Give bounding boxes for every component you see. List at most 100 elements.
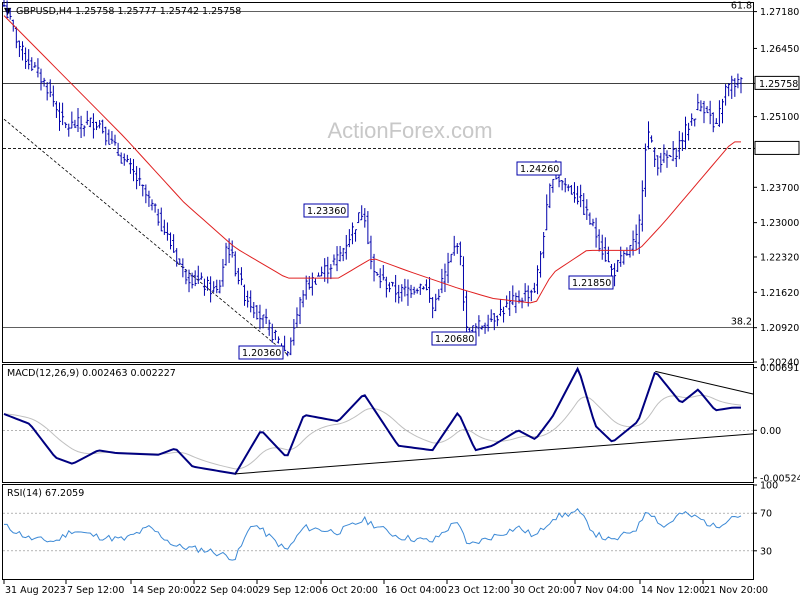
ohlc-bar	[498, 299, 502, 317]
ohlc-bar	[545, 194, 549, 231]
ohlc-bar	[662, 144, 666, 163]
ohlc-bar	[42, 77, 46, 87]
time-tick-label: 23 Oct 12:00	[448, 585, 510, 596]
ohlc-bar	[289, 337, 293, 356]
ohlc-bar	[104, 126, 108, 146]
ohlc-bar	[631, 230, 635, 256]
ohlc-bar	[403, 278, 407, 297]
ohlc-bar	[461, 256, 465, 311]
ohlc-bar	[230, 240, 234, 258]
ohlc-bar	[221, 258, 225, 287]
ohlc-bar	[363, 208, 367, 228]
ohlc-bar	[625, 247, 629, 256]
ohlc-bar	[671, 141, 675, 162]
ohlc-bar	[119, 152, 123, 164]
ohlc-bar	[375, 271, 379, 276]
ohlc-bar	[724, 84, 728, 106]
ohlc-bar	[446, 252, 450, 284]
ohlc-bar	[354, 229, 358, 242]
time-tick-label: 7 Nov 04:00	[576, 585, 634, 596]
ohlc-bar	[39, 68, 43, 91]
ohlc-bar	[51, 85, 55, 107]
price-annotation-label: 1.20680	[435, 334, 474, 345]
ohlc-bar	[693, 118, 697, 127]
ohlc-bar	[711, 112, 715, 133]
ohlc-bar	[514, 292, 518, 314]
ohlc-bar	[394, 274, 398, 303]
ohlc-bar	[646, 121, 650, 150]
ohlc-bar	[603, 237, 607, 262]
ohlc-bar	[387, 282, 391, 293]
ohlc-bar	[609, 264, 613, 277]
ohlc-bar	[218, 279, 222, 294]
ohlc-bar	[199, 272, 203, 280]
price-chart[interactable]: ActionForex.com ▼ GBPUSD,H4 1.25758 1.25…	[0, 0, 800, 600]
macd-title: MACD(12,26,9) 0.002463 0.002227	[7, 368, 176, 379]
ohlc-bar	[54, 101, 58, 118]
ohlc-bar	[249, 290, 253, 313]
fib-level-label: 61.8	[731, 1, 752, 12]
ohlc-bar	[551, 178, 555, 193]
ohlc-bar	[548, 183, 552, 209]
ohlc-bar	[138, 167, 142, 186]
ohlc-bar	[233, 251, 237, 277]
ohlc-bar	[508, 291, 512, 317]
ohlc-bar	[520, 297, 524, 309]
ohlc-bar	[465, 291, 469, 335]
ohlc-bar	[428, 277, 432, 303]
ohlc-bar	[483, 322, 487, 334]
watermark: ActionForex.com	[327, 118, 492, 143]
ohlc-bar	[30, 57, 34, 72]
ohlc-bar	[440, 268, 444, 294]
ohlc-bar	[366, 211, 370, 245]
ohlc-bar	[591, 218, 595, 227]
ohlc-bar	[128, 158, 132, 174]
ohlc-bar	[264, 308, 268, 325]
ohlc-bar	[717, 100, 721, 127]
macd-line	[3, 366, 741, 475]
ohlc-bar	[98, 120, 102, 129]
ohlc-bar	[159, 207, 163, 232]
price-annotation-label: 1.21850	[572, 278, 611, 289]
ohlc-bar	[36, 58, 40, 78]
moving-average-layer	[3, 15, 741, 304]
ohlc-bar	[650, 135, 654, 143]
ohlc-bar	[193, 270, 197, 287]
ohlc-bar	[415, 288, 419, 294]
ohlc-bar	[101, 119, 105, 134]
rsi-panel-frame	[2, 484, 754, 580]
ohlc-bar	[421, 286, 425, 290]
rsi-line	[3, 508, 742, 561]
price-annotation-label: 1.20360	[242, 348, 281, 359]
ohlc-bar	[184, 269, 188, 285]
ohlc-bar	[88, 117, 92, 128]
ohlc-bar	[190, 272, 194, 289]
ohlc-bar	[33, 62, 37, 68]
ohlc-bar	[261, 314, 265, 329]
ohlc-bar	[443, 263, 447, 293]
ohlc-bar	[452, 235, 456, 256]
ohlc-bar	[560, 180, 564, 191]
ohlc-bar	[588, 212, 592, 225]
ohlc-bar	[212, 281, 216, 293]
ohlc-bar	[594, 217, 598, 248]
price-tick-label: 1.27180	[760, 7, 799, 18]
ohlc-bar	[489, 309, 493, 323]
ohlc-bar	[45, 82, 49, 101]
ohlc-bar	[360, 205, 364, 221]
ohlc-bar	[566, 184, 570, 192]
ohlc-bar	[172, 234, 176, 253]
ohlc-bar	[17, 40, 21, 58]
ohlc-bar	[400, 284, 404, 302]
rsi-tick-label: 70	[760, 509, 772, 520]
ohlc-bar	[434, 293, 438, 312]
ohlc-bar	[696, 93, 700, 111]
ohlc-bar	[341, 247, 345, 262]
ohlc-bar	[357, 212, 361, 224]
ohlc-bar	[511, 285, 515, 306]
ohlc-bar	[215, 279, 219, 294]
ohlc-bar	[705, 106, 709, 114]
ohlc-bar	[412, 286, 416, 295]
ohlc-bar	[606, 246, 610, 263]
ohlc-bar	[332, 254, 336, 266]
